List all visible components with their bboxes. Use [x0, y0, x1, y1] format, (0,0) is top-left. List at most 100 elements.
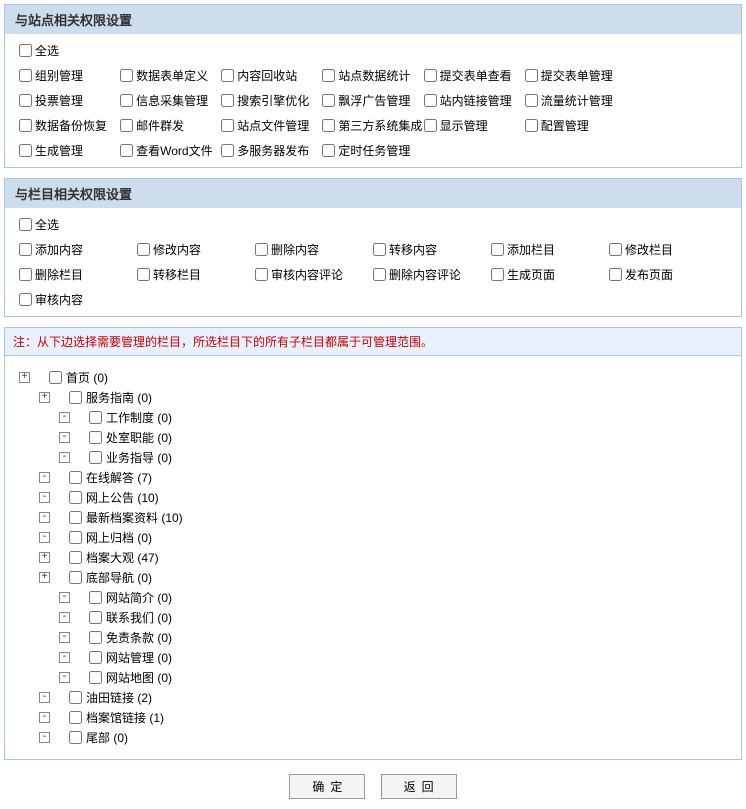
- column-panel-title: 与栏目相关权限设置: [5, 179, 741, 208]
- tree-node-checkbox[interactable]: [89, 451, 102, 464]
- permission-checkbox[interactable]: [525, 94, 538, 107]
- tree-node-checkbox[interactable]: [69, 471, 82, 484]
- permission-label: 提交表单查看: [440, 67, 512, 84]
- permission-item: 生成管理: [19, 142, 120, 159]
- permission-checkbox[interactable]: [424, 69, 437, 82]
- permission-checkbox[interactable]: [322, 94, 335, 107]
- collapse-icon[interactable]: -: [59, 632, 70, 643]
- collapse-icon[interactable]: -: [39, 692, 50, 703]
- permission-checkbox[interactable]: [120, 69, 133, 82]
- tree-node-checkbox[interactable]: [89, 611, 102, 624]
- tree-node-checkbox[interactable]: [89, 411, 102, 424]
- permission-label: 流量统计管理: [541, 92, 613, 109]
- permission-checkbox[interactable]: [19, 94, 32, 107]
- tree-node-checkbox[interactable]: [69, 691, 82, 704]
- collapse-icon[interactable]: -: [39, 492, 50, 503]
- permission-label: 提交表单管理: [541, 67, 613, 84]
- permission-label: 组别管理: [35, 67, 83, 84]
- permission-item: 提交表单查看: [424, 67, 525, 84]
- permission-label: 生成管理: [35, 142, 83, 159]
- collapse-icon[interactable]: -: [39, 712, 50, 723]
- tree-node-checkbox[interactable]: [49, 371, 62, 384]
- permission-checkbox[interactable]: [322, 144, 335, 157]
- tree-node-checkbox[interactable]: [69, 551, 82, 564]
- permission-checkbox[interactable]: [19, 243, 32, 256]
- permission-checkbox[interactable]: [19, 69, 32, 82]
- permission-checkbox[interactable]: [221, 144, 234, 157]
- back-button[interactable]: 返回: [381, 774, 457, 799]
- permission-checkbox[interactable]: [609, 243, 622, 256]
- tree-node-checkbox[interactable]: [89, 591, 102, 604]
- tree-children: -网站简介 (0)-联系我们 (0)-免责条款 (0)-网站管理 (0)-网站地…: [39, 589, 731, 686]
- collapse-icon[interactable]: -: [59, 412, 70, 423]
- tree-node-checkbox[interactable]: [89, 671, 102, 684]
- permission-checkbox[interactable]: [255, 243, 268, 256]
- expand-icon[interactable]: +: [19, 372, 30, 383]
- tree-item: -油田链接 (2): [39, 689, 731, 706]
- permission-label: 修改内容: [153, 241, 201, 258]
- permission-label: 搜索引擎优化: [237, 92, 309, 109]
- permission-checkbox[interactable]: [491, 268, 504, 281]
- tree-item: -网站简介 (0): [59, 589, 731, 606]
- permission-checkbox[interactable]: [373, 243, 386, 256]
- collapse-icon[interactable]: -: [39, 512, 50, 523]
- tree-node-checkbox[interactable]: [69, 491, 82, 504]
- expand-icon[interactable]: +: [39, 552, 50, 563]
- collapse-icon[interactable]: -: [59, 592, 70, 603]
- collapse-icon[interactable]: -: [59, 452, 70, 463]
- permission-checkbox[interactable]: [491, 243, 504, 256]
- permission-checkbox[interactable]: [424, 94, 437, 107]
- tree-node-label: 联系我们 (0): [106, 609, 172, 626]
- permission-checkbox[interactable]: [120, 144, 133, 157]
- collapse-icon[interactable]: -: [59, 672, 70, 683]
- permission-checkbox[interactable]: [221, 119, 234, 132]
- permission-checkbox[interactable]: [19, 119, 32, 132]
- tree-node-checkbox[interactable]: [69, 531, 82, 544]
- tree-node-checkbox[interactable]: [69, 571, 82, 584]
- tree-node: -网站简介 (0): [59, 589, 731, 606]
- permission-checkbox[interactable]: [322, 69, 335, 82]
- permission-label: 飘浮广告管理: [338, 92, 410, 109]
- collapse-icon[interactable]: -: [39, 732, 50, 743]
- permission-checkbox[interactable]: [255, 268, 268, 281]
- expand-icon[interactable]: +: [39, 392, 50, 403]
- permission-item: [373, 291, 491, 308]
- permission-checkbox[interactable]: [609, 268, 622, 281]
- permission-item: 内容回收站: [221, 67, 322, 84]
- permission-checkbox[interactable]: [424, 119, 437, 132]
- permission-checkbox[interactable]: [19, 268, 32, 281]
- expand-icon[interactable]: +: [39, 572, 50, 583]
- tree-item: -处室职能 (0): [59, 429, 731, 446]
- ok-button[interactable]: 确定: [289, 774, 365, 799]
- collapse-icon[interactable]: -: [59, 652, 70, 663]
- permission-item: 数据备份恢复: [19, 117, 120, 134]
- permission-item: 修改栏目: [609, 241, 727, 258]
- collapse-icon[interactable]: -: [39, 532, 50, 543]
- permission-checkbox[interactable]: [137, 243, 150, 256]
- column-select-all-label: 全选: [35, 216, 59, 233]
- collapse-icon[interactable]: -: [59, 432, 70, 443]
- tree-node-checkbox[interactable]: [69, 391, 82, 404]
- permission-checkbox[interactable]: [525, 119, 538, 132]
- tree-node-checkbox[interactable]: [89, 651, 102, 664]
- permission-checkbox[interactable]: [525, 69, 538, 82]
- permission-checkbox[interactable]: [221, 69, 234, 82]
- permission-checkbox[interactable]: [322, 119, 335, 132]
- permission-checkbox[interactable]: [120, 94, 133, 107]
- tree-node-label: 网站地图 (0): [106, 669, 172, 686]
- permission-checkbox[interactable]: [137, 268, 150, 281]
- permission-checkbox[interactable]: [373, 268, 386, 281]
- site-select-all-checkbox[interactable]: [19, 44, 32, 57]
- collapse-icon[interactable]: -: [39, 472, 50, 483]
- column-select-all-checkbox[interactable]: [19, 218, 32, 231]
- tree-node-checkbox[interactable]: [69, 511, 82, 524]
- permission-checkbox[interactable]: [120, 119, 133, 132]
- collapse-icon[interactable]: -: [59, 612, 70, 623]
- permission-checkbox[interactable]: [19, 144, 32, 157]
- permission-checkbox[interactable]: [19, 293, 32, 306]
- tree-node-checkbox[interactable]: [69, 731, 82, 744]
- tree-node-checkbox[interactable]: [89, 431, 102, 444]
- permission-checkbox[interactable]: [221, 94, 234, 107]
- tree-node-checkbox[interactable]: [89, 631, 102, 644]
- tree-node-checkbox[interactable]: [69, 711, 82, 724]
